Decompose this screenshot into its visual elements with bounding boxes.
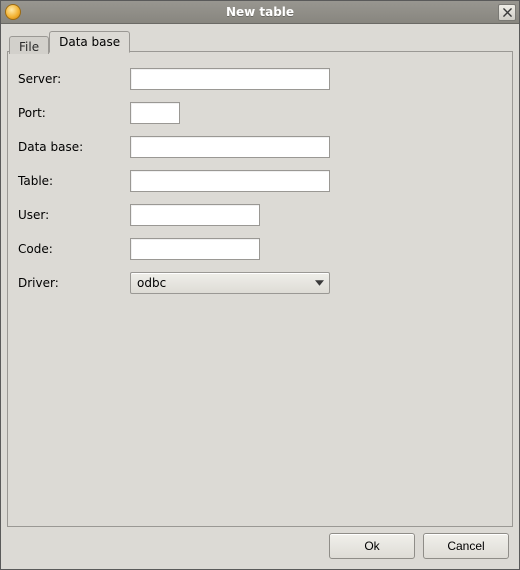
tabstrip: File Data base bbox=[7, 30, 513, 52]
label-table: Table: bbox=[18, 174, 130, 188]
port-input[interactable] bbox=[130, 102, 180, 124]
row-code: Code: bbox=[18, 238, 502, 260]
label-driver: Driver: bbox=[18, 276, 130, 290]
tab-panel-database: Server: Port: Data base: Table: User: Co bbox=[7, 51, 513, 527]
app-icon bbox=[5, 4, 21, 20]
label-code: Code: bbox=[18, 242, 130, 256]
label-user: User: bbox=[18, 208, 130, 222]
table-input[interactable] bbox=[130, 170, 330, 192]
user-input[interactable] bbox=[130, 204, 260, 226]
code-input[interactable] bbox=[130, 238, 260, 260]
row-table: Table: bbox=[18, 170, 502, 192]
tab-file[interactable]: File bbox=[9, 36, 49, 54]
server-input[interactable] bbox=[130, 68, 330, 90]
database-input[interactable] bbox=[130, 136, 330, 158]
driver-select[interactable]: odbc bbox=[130, 272, 330, 294]
close-icon bbox=[503, 6, 512, 20]
row-port: Port: bbox=[18, 102, 502, 124]
tab-database[interactable]: Data base bbox=[49, 31, 130, 53]
ok-button[interactable]: Ok bbox=[329, 533, 415, 559]
close-button[interactable] bbox=[498, 4, 516, 21]
label-port: Port: bbox=[18, 106, 130, 120]
row-user: User: bbox=[18, 204, 502, 226]
button-row: Ok Cancel bbox=[7, 527, 513, 563]
driver-select-value: odbc bbox=[130, 272, 330, 294]
dialog-window: New table File Data base Server: Port: D… bbox=[0, 0, 520, 570]
label-server: Server: bbox=[18, 72, 130, 86]
window-title: New table bbox=[1, 5, 519, 19]
row-server: Server: bbox=[18, 68, 502, 90]
row-driver: Driver: odbc bbox=[18, 272, 502, 294]
cancel-button[interactable]: Cancel bbox=[423, 533, 509, 559]
label-database: Data base: bbox=[18, 140, 130, 154]
titlebar: New table bbox=[1, 1, 519, 24]
row-database: Data base: bbox=[18, 136, 502, 158]
content-area: File Data base Server: Port: Data base: … bbox=[1, 24, 519, 569]
